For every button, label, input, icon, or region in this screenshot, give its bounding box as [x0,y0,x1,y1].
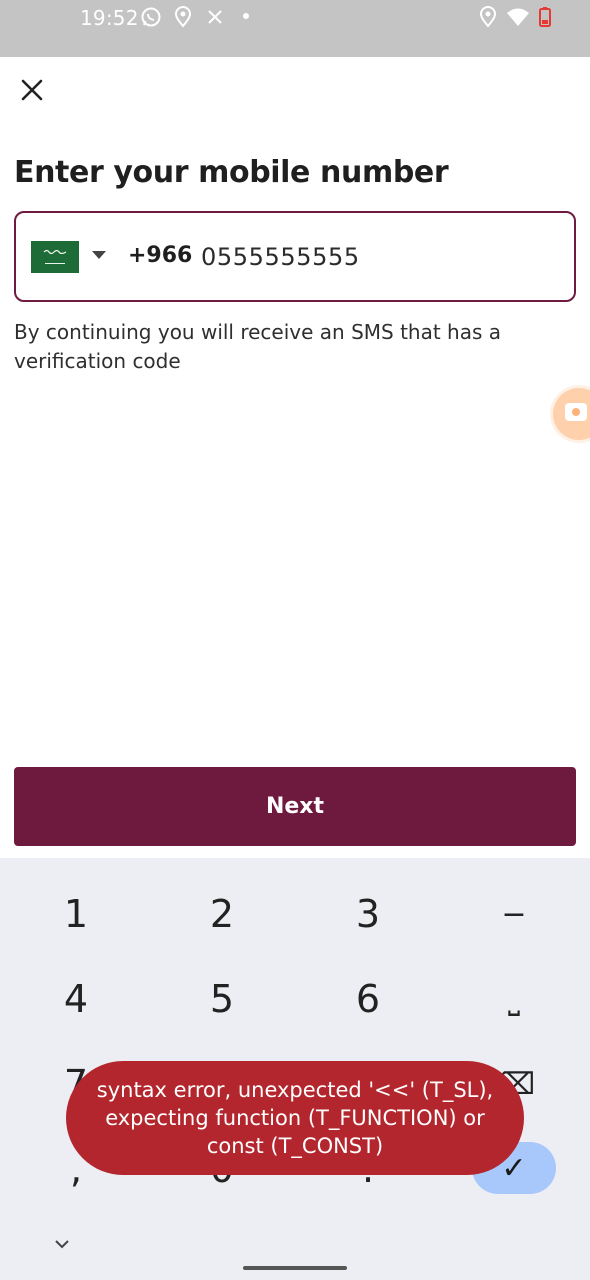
country-dial-code: +966 [128,243,193,268]
error-toast: syntax error, unexpected '<<' (T_SL), ex… [66,1061,524,1175]
phone-number-field[interactable]: +966 [14,211,576,302]
status-bar: 19:52 [0,0,590,57]
dot-icon [243,13,249,19]
wifi-icon [507,8,529,26]
key-2[interactable]: 2 [167,879,277,949]
next-button[interactable]: Next [14,767,576,846]
status-time: 19:52 [80,6,139,30]
location-pin-icon [174,6,192,28]
key-4[interactable]: 4 [21,964,131,1034]
key-1[interactable]: 1 [21,879,131,949]
key-space[interactable]: ⎵ [459,964,569,1034]
record-dot-icon [572,408,580,416]
whatsapp-icon [141,7,161,27]
page-title: Enter your mobile number [14,155,449,190]
key-3[interactable]: 3 [313,879,423,949]
chevron-down-icon[interactable] [50,1234,74,1254]
key-5[interactable]: 5 [167,964,277,1034]
close-icon[interactable] [14,72,50,108]
flag-script-icon [43,249,67,254]
location-pin-icon [479,6,497,28]
mobile-number-input[interactable] [201,237,541,277]
sms-helper-text: By continuing you will receive an SMS th… [14,320,502,373]
close-notification-icon [208,10,222,24]
key-6[interactable]: 6 [313,964,423,1034]
flag-sword-icon [45,263,65,264]
battery-low-icon [539,7,551,27]
screen-recorder-bubble[interactable] [553,388,590,440]
saudi-arabia-flag-icon[interactable] [31,241,79,273]
caret-down-icon[interactable] [92,251,106,259]
gesture-nav-bar[interactable] [243,1266,347,1270]
key-minus[interactable]: − [459,879,569,949]
